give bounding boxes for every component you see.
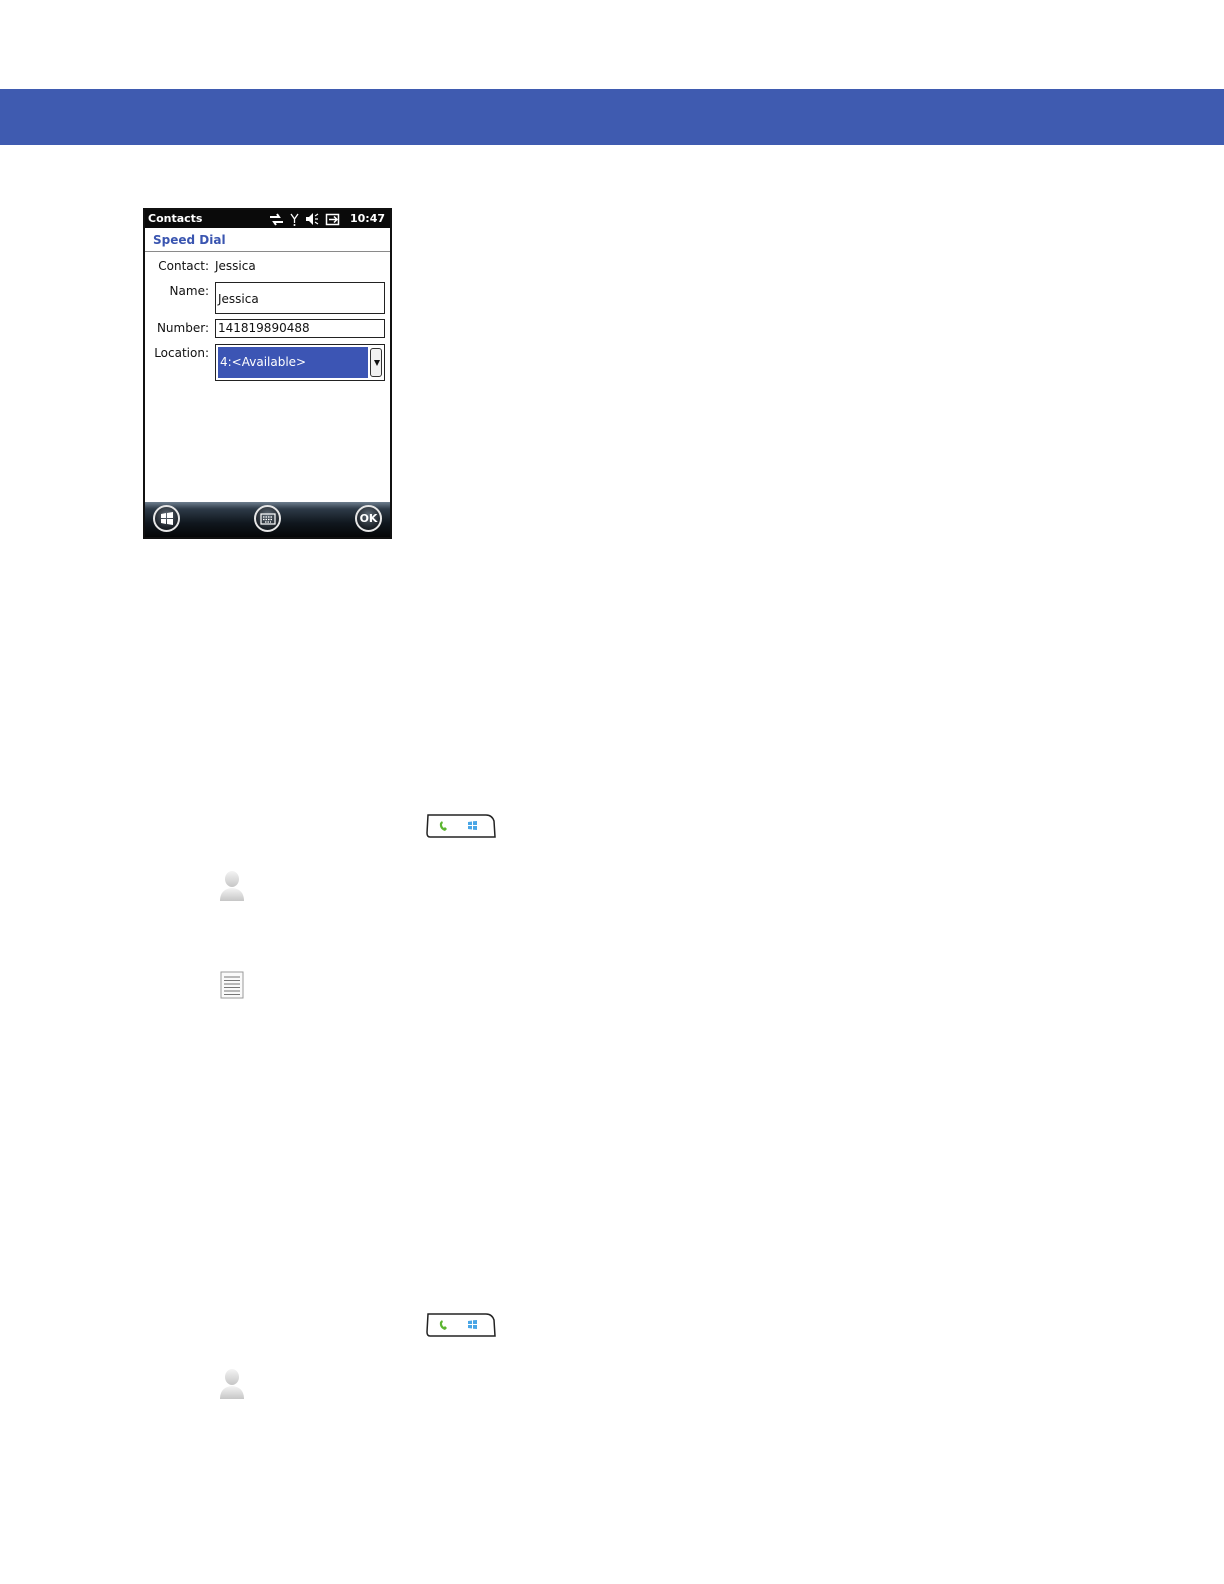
contacts-person-icon [220, 1369, 244, 1399]
signal-antenna-icon [290, 213, 299, 226]
keyboard-icon [259, 512, 276, 525]
status-icons [269, 211, 341, 227]
subtitle-divider [145, 251, 390, 252]
name-field[interactable]: Jessica [215, 282, 385, 314]
contact-value: Jessica [215, 259, 256, 273]
keyboard-button[interactable] [254, 505, 281, 532]
windows-start-icon [160, 511, 173, 525]
contact-label: Contact: [158, 259, 209, 273]
phone-screenshot: Contacts 10:47 Speed Dial Contact: Jessi… [143, 208, 392, 539]
ok-button[interactable]: OK [355, 505, 382, 532]
number-label: Number: [156, 321, 209, 335]
location-dropdown[interactable]: 4:<Available> [215, 344, 385, 381]
phone-windows-key-icon [426, 814, 496, 838]
speaker-muted-icon [306, 213, 319, 225]
phone-windows-key-icon [426, 1313, 496, 1337]
menu-bar: OK [145, 502, 390, 537]
contacts-person-icon [220, 871, 244, 901]
page-header-band [0, 89, 1224, 145]
status-bar: Contacts 10:47 [145, 210, 390, 228]
screen-subtitle: Speed Dial [153, 233, 226, 247]
connectivity-icon [270, 212, 283, 226]
app-title: Contacts [148, 212, 203, 225]
name-label: Name: [169, 284, 209, 298]
location-label: Location: [154, 346, 209, 360]
clock: 10:47 [349, 212, 385, 225]
location-selected-value[interactable]: 4:<Available> [218, 347, 368, 378]
dropdown-arrow-icon[interactable] [370, 348, 382, 377]
number-field[interactable]: 141819890488 [215, 319, 385, 338]
windows-start-button[interactable] [153, 505, 180, 532]
notes-list-icon [220, 971, 244, 999]
battery-charging-icon [325, 213, 340, 225]
